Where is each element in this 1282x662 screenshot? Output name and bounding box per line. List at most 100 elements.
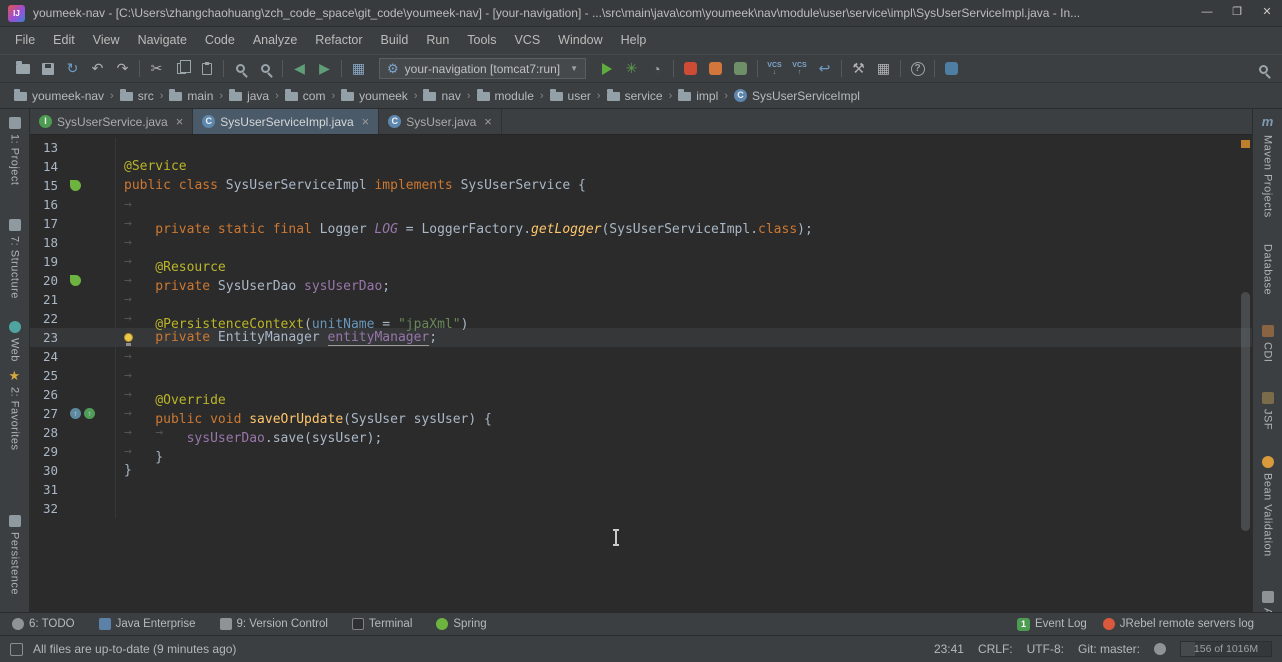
redo-icon[interactable]: ↷: [110, 56, 135, 81]
breadcrumb-nav[interactable]: nav: [421, 89, 462, 103]
jrebel-debug-icon[interactable]: [703, 56, 728, 81]
tool-button-persistence[interactable]: Persistence: [9, 515, 21, 595]
tool-button-jrebel-remote-servers-log[interactable]: JRebel remote servers log: [1103, 618, 1254, 630]
editor-tab-sysuserservice-java[interactable]: ISysUserService.java×: [30, 109, 193, 134]
tool-button-terminal[interactable]: Terminal: [352, 618, 412, 630]
jrebel-run-icon[interactable]: [678, 56, 703, 81]
tool-button-6-todo[interactable]: 6: TODO: [12, 618, 75, 630]
breadcrumb-src[interactable]: src: [118, 89, 156, 103]
menu-item-build[interactable]: Build: [372, 27, 418, 54]
line-number[interactable]: 32: [30, 499, 58, 518]
implement-marker-icon[interactable]: ↑: [84, 408, 95, 419]
breadcrumb-com[interactable]: com: [283, 89, 328, 103]
close-tab-icon[interactable]: ×: [176, 114, 184, 129]
code-line-27[interactable]: 27↑↑→public void saveOrUpdate(SysUser sy…: [30, 404, 1252, 423]
close-tab-icon[interactable]: ×: [484, 114, 492, 129]
line-number[interactable]: 26: [30, 385, 58, 404]
line-ending-widget[interactable]: CRLF:: [978, 642, 1013, 656]
tool-button-jsf[interactable]: JSF: [1262, 392, 1274, 430]
menu-item-run[interactable]: Run: [417, 27, 458, 54]
spring-bean-icon[interactable]: [70, 275, 81, 286]
menu-item-help[interactable]: Help: [612, 27, 656, 54]
breadcrumb-impl[interactable]: impl: [676, 89, 720, 103]
menu-item-code[interactable]: Code: [196, 27, 244, 54]
line-number[interactable]: 18: [30, 233, 58, 252]
code-line-14[interactable]: 14@Service: [30, 157, 1252, 176]
line-number[interactable]: 22: [30, 309, 58, 328]
menu-item-file[interactable]: File: [6, 27, 44, 54]
breadcrumb-module[interactable]: module: [475, 89, 536, 103]
code-line-20[interactable]: 20→private SysUserDao sysUserDao;: [30, 271, 1252, 290]
tool-button-1-project[interactable]: 1: Project: [9, 117, 21, 185]
code-line-22[interactable]: 22→@PersistenceContext(unitName = "jpaXm…: [30, 309, 1252, 328]
code-line-19[interactable]: 19→@Resource: [30, 252, 1252, 271]
hector-inspector-icon[interactable]: [1154, 643, 1166, 655]
breadcrumb-main[interactable]: main: [167, 89, 215, 103]
menu-item-window[interactable]: Window: [549, 27, 611, 54]
memory-indicator[interactable]: 156 of 1016M: [1180, 641, 1272, 657]
override-marker-icon[interactable]: ↑: [70, 408, 81, 419]
tool-button-2-favorites[interactable]: ★2: Favorites: [9, 370, 21, 450]
save-all-icon[interactable]: [35, 56, 60, 81]
encoding-widget[interactable]: UTF-8:: [1027, 642, 1064, 656]
menu-item-tools[interactable]: Tools: [458, 27, 505, 54]
tool-button-cdi[interactable]: CDI: [1262, 325, 1274, 362]
tool-button-database[interactable]: Database: [1262, 244, 1274, 295]
code-line-31[interactable]: 31: [30, 480, 1252, 499]
code-line-25[interactable]: 25→: [30, 366, 1252, 385]
code-editor[interactable]: 1314@Service15public class SysUserServic…: [30, 135, 1252, 612]
synchronize-icon[interactable]: ↻: [60, 56, 85, 81]
close-tab-icon[interactable]: ×: [362, 114, 370, 129]
code-line-26[interactable]: 26→@Override: [30, 385, 1252, 404]
intention-bulb-icon[interactable]: [124, 328, 155, 347]
run-icon[interactable]: [594, 56, 619, 81]
line-number[interactable]: 27: [30, 404, 58, 423]
line-number[interactable]: 24: [30, 347, 58, 366]
copy-icon[interactable]: [169, 56, 194, 81]
tool-button-spring[interactable]: Spring: [436, 618, 486, 630]
maximize-button[interactable]: ❐: [1222, 0, 1252, 26]
menu-item-view[interactable]: View: [84, 27, 129, 54]
editor-tab-sysuserserviceimpl-java[interactable]: CSysUserServiceImpl.java×: [193, 109, 379, 134]
menu-item-vcs[interactable]: VCS: [505, 27, 549, 54]
code-line-16[interactable]: 16→: [30, 195, 1252, 214]
navigate-back-icon[interactable]: ◀: [287, 56, 312, 81]
settings-icon[interactable]: ⚒: [846, 56, 871, 81]
breadcrumb-user[interactable]: user: [548, 89, 593, 103]
vcs-commit-icon[interactable]: VCS↑: [787, 56, 812, 81]
paste-icon[interactable]: [194, 56, 219, 81]
code-line-17[interactable]: 17→private static final Logger LOG = Log…: [30, 214, 1252, 233]
code-line-28[interactable]: 28→→sysUserDao.save(sysUser);: [30, 423, 1252, 442]
line-number[interactable]: 13: [30, 138, 58, 157]
line-number[interactable]: 20: [30, 271, 58, 290]
compile-icon[interactable]: ▦: [346, 56, 371, 81]
minimize-button[interactable]: —: [1192, 0, 1222, 26]
project-structure-icon[interactable]: ▦: [871, 56, 896, 81]
tool-button-7-structure[interactable]: 7: Structure: [9, 219, 21, 299]
tool-button-web[interactable]: Web: [9, 321, 21, 362]
find-icon[interactable]: [228, 56, 253, 81]
line-number[interactable]: 30: [30, 461, 58, 480]
tool-button-9-version-control[interactable]: 9: Version Control: [220, 618, 328, 630]
navigate-forward-icon[interactable]: ▶: [312, 56, 337, 81]
tool-button-java-enterprise[interactable]: Java Enterprise: [99, 618, 196, 630]
line-number[interactable]: 29: [30, 442, 58, 461]
line-number[interactable]: 25: [30, 366, 58, 385]
open-file-icon[interactable]: [10, 56, 35, 81]
jrebel-profile-icon[interactable]: [728, 56, 753, 81]
jrebel-console-icon[interactable]: [939, 56, 964, 81]
run-configuration-selector[interactable]: ⚙your-navigation [tomcat7:run]▼: [379, 58, 586, 79]
cut-icon[interactable]: ✂: [144, 56, 169, 81]
line-number[interactable]: 19: [30, 252, 58, 271]
search-everywhere-icon[interactable]: [1251, 57, 1276, 82]
tool-button-maven-projects[interactable]: Maven Projects: [1262, 135, 1274, 218]
line-number[interactable]: 31: [30, 480, 58, 499]
profiler-icon[interactable]: ◔: [644, 56, 669, 81]
line-number[interactable]: 23: [30, 328, 58, 347]
help-icon[interactable]: ?: [905, 56, 930, 81]
undo-icon[interactable]: ↶: [85, 56, 110, 81]
replace-icon[interactable]: [253, 56, 278, 81]
editor-scrollbar[interactable]: [1239, 135, 1252, 612]
menu-item-navigate[interactable]: Navigate: [129, 27, 196, 54]
code-line-15[interactable]: 15public class SysUserServiceImpl implem…: [30, 176, 1252, 195]
